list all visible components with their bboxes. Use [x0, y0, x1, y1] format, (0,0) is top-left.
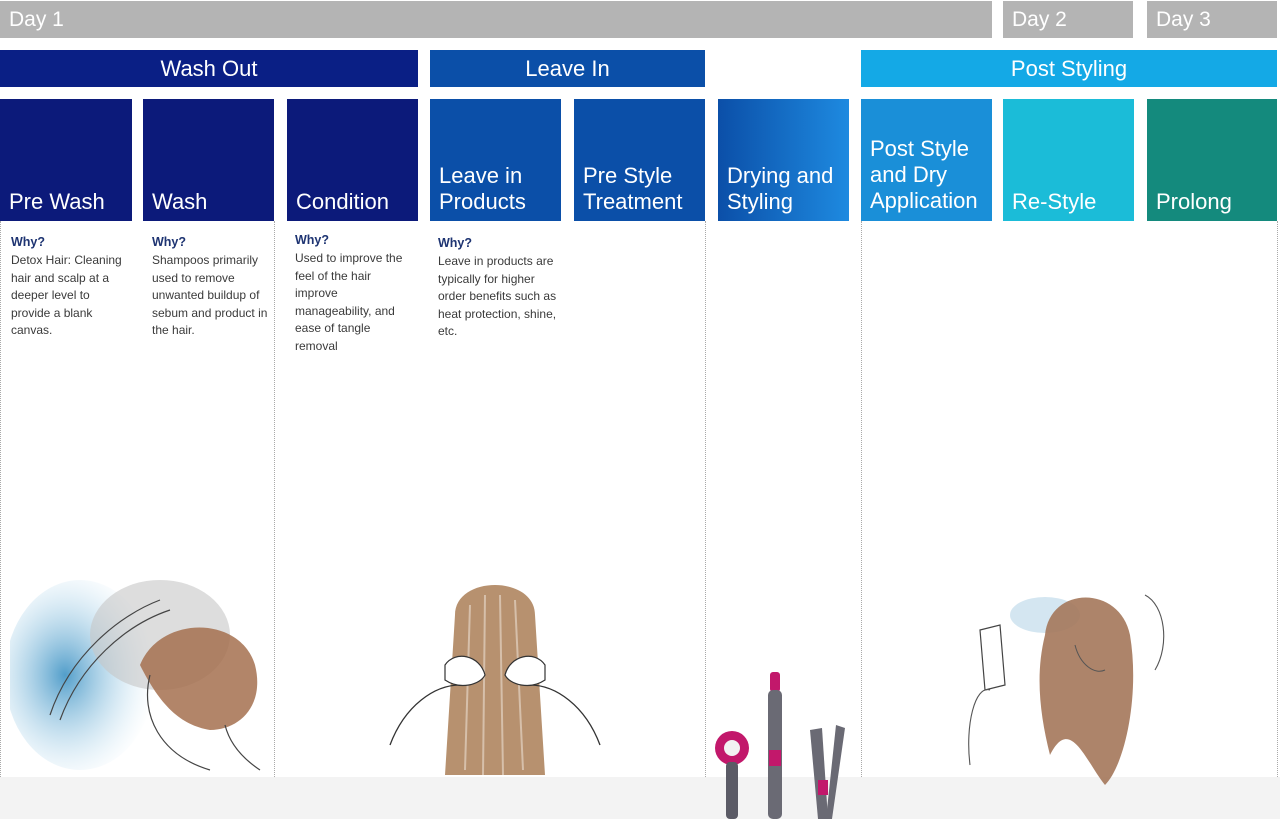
why-text: Detox Hair: Cleaning hair and scalp at a…: [11, 253, 122, 337]
why-heading: Why?: [295, 233, 330, 247]
column-divider: [0, 221, 1, 777]
step-label: Drying and Styling: [727, 163, 834, 214]
step-condition: Condition: [287, 99, 418, 221]
hair-wash-illustration-icon: [10, 580, 261, 771]
group-leave-in: Leave In: [430, 50, 705, 87]
why-heading: Why?: [438, 236, 473, 250]
why-text: Shampoos primarily used to remove unwant…: [152, 253, 268, 337]
why-text: Used to improve the feel of the hair imp…: [295, 251, 403, 353]
step-leave-in-products: Leave in Products: [430, 99, 561, 221]
step-label: Pre Wash: [9, 189, 105, 214]
step-label: Post Style and Dry Application: [870, 136, 978, 213]
styling-tools-illustration-icon: [715, 672, 845, 819]
group-post-styling: Post Styling: [861, 50, 1277, 87]
why-leave-in-products: Why? Leave in products are typically for…: [438, 236, 560, 341]
hairspray-illustration-icon: [968, 594, 1165, 785]
step-label: Leave in Products: [439, 163, 526, 214]
step-label: Condition: [296, 189, 389, 214]
step-label: Wash: [152, 189, 208, 214]
day-1-header: Day 1: [0, 1, 992, 38]
why-wash: Why? Shampoos primarily used to remove u…: [152, 235, 270, 340]
step-drying-and-styling: Drying and Styling: [718, 99, 849, 221]
why-text: Leave in products are typically for high…: [438, 254, 557, 338]
day-2-header: Day 2: [1003, 1, 1133, 38]
why-heading: Why?: [11, 235, 46, 249]
step-label: Pre Style Treatment: [583, 163, 683, 214]
step-label: Re-Style: [1012, 189, 1097, 214]
step-pre-style-treatment: Pre Style Treatment: [574, 99, 705, 221]
group-wash-out: Wash Out: [0, 50, 418, 87]
step-pre-wash: Pre Wash: [0, 99, 132, 221]
hair-back-illustration-icon: [389, 585, 601, 776]
step-post-style-and-dry-application: Post Style and Dry Application: [861, 99, 992, 221]
why-pre-wash: Why? Detox Hair: Cleaning hair and scalp…: [11, 235, 126, 340]
column-divider: [705, 221, 706, 777]
day-3-header: Day 3: [1147, 1, 1277, 38]
why-heading: Why?: [152, 235, 187, 249]
why-condition: Why? Used to improve the feel of the hai…: [295, 233, 407, 355]
step-re-style: Re-Style: [1003, 99, 1134, 221]
step-wash: Wash: [143, 99, 274, 221]
column-divider: [274, 221, 275, 777]
step-label: Prolong: [1156, 189, 1232, 214]
column-divider: [1277, 221, 1278, 777]
step-prolong: Prolong: [1147, 99, 1277, 221]
column-divider: [861, 221, 862, 777]
